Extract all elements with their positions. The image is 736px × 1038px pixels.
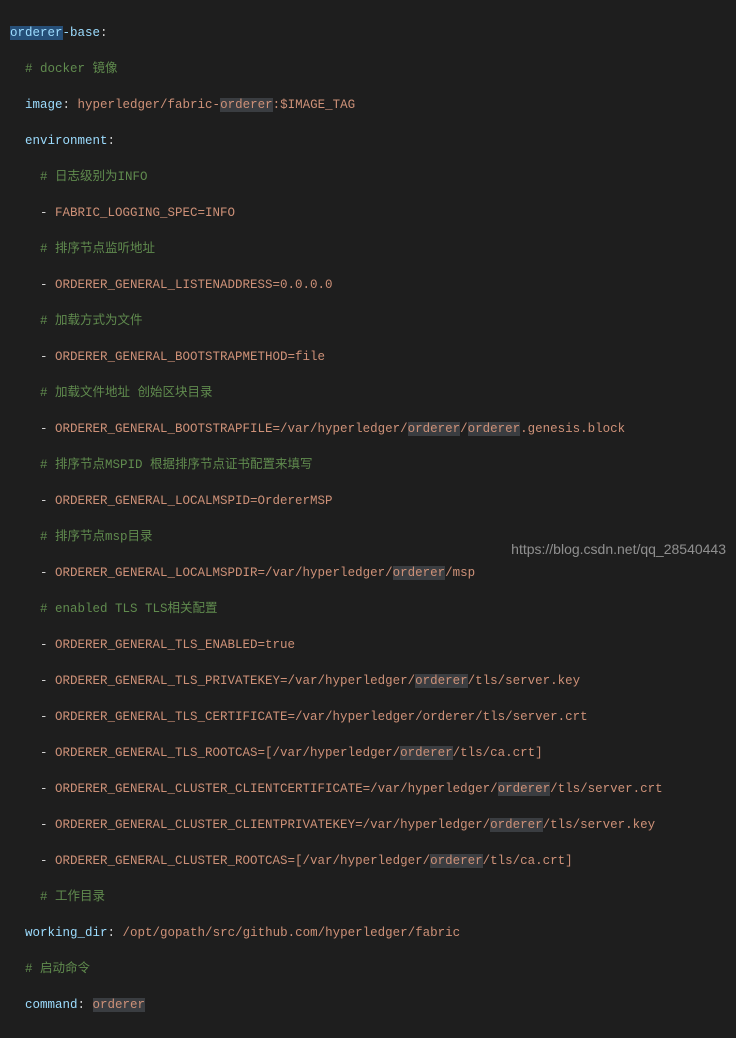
code-line: # 排序节点监听地址 [10,240,726,258]
code-line: - ORDERER_GENERAL_TLS_CERTIFICATE=/var/h… [10,708,726,726]
code-line: - ORDERER_GENERAL_BOOTSTRAPMETHOD=file [10,348,726,366]
code-line: # 启动命令 [10,960,726,978]
selected-text: orderer [10,26,63,40]
watermark-text: https://blog.csdn.net/qq_28540443 [511,540,726,558]
highlighted-text: orderer [393,566,446,580]
code-line: - ORDERER_GENERAL_BOOTSTRAPFILE=/var/hyp… [10,420,726,438]
code-line: # 排序节点MSPID 根据排序节点证书配置来填写 [10,456,726,474]
code-line: environment: [10,132,726,150]
highlighted-text: orderer [498,782,551,796]
code-line: # 加载方式为文件 [10,312,726,330]
highlighted-text: orderer [400,746,453,760]
highlighted-text: orderer [490,818,543,832]
code-line: # 加载文件地址 创始区块目录 [10,384,726,402]
code-line: - ORDERER_GENERAL_LISTENADDRESS=0.0.0.0 [10,276,726,294]
code-line: - ORDERER_GENERAL_CLUSTER_CLIENTPRIVATEK… [10,816,726,834]
code-line: - ORDERER_GENERAL_TLS_ENABLED=true [10,636,726,654]
highlighted-text: orderer [430,854,483,868]
yaml-code-block: orderer-base: # docker 镜像 image: hyperle… [0,0,736,1038]
code-line: - ORDERER_GENERAL_TLS_PRIVATEKEY=/var/hy… [10,672,726,690]
code-line: - ORDERER_GENERAL_LOCALMSPID=OrdererMSP [10,492,726,510]
highlighted-text: orderer [93,998,146,1012]
highlighted-text: orderer [408,422,461,436]
code-line: # 日志级别为INFO [10,168,726,186]
code-line: # 工作目录 [10,888,726,906]
code-line: - FABRIC_LOGGING_SPEC=INFO [10,204,726,222]
highlighted-text: orderer [415,674,468,688]
code-line: - ORDERER_GENERAL_CLUSTER_CLIENTCERTIFIC… [10,780,726,798]
code-line: orderer-base: [10,24,726,42]
code-line: - ORDERER_GENERAL_CLUSTER_ROOTCAS=[/var/… [10,852,726,870]
highlighted-text: orderer [468,422,521,436]
code-line: # docker 镜像 [10,60,726,78]
code-line: image: hyperledger/fabric-orderer:$IMAGE… [10,96,726,114]
code-line: - ORDERER_GENERAL_TLS_ROOTCAS=[/var/hype… [10,744,726,762]
highlighted-text: orderer [220,98,273,112]
code-line: - ORDERER_GENERAL_LOCALMSPDIR=/var/hyper… [10,564,726,582]
code-line: # enabled TLS TLS相关配置 [10,600,726,618]
code-line: working_dir: /opt/gopath/src/github.com/… [10,924,726,942]
code-line: command: orderer [10,996,726,1014]
